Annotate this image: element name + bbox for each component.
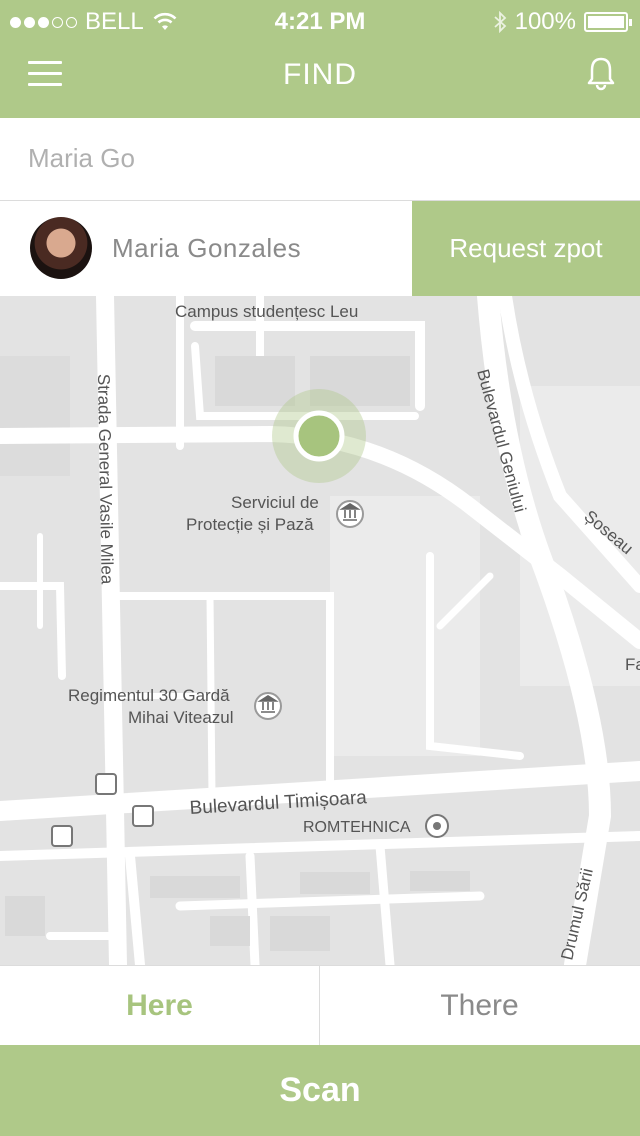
map-label-fa: Fa bbox=[625, 655, 640, 674]
map-view[interactable]: Campus studențesc Leu Serviciul de Prote… bbox=[0, 296, 640, 965]
map-label-serviciul-1: Serviciul de bbox=[231, 493, 319, 512]
search-bar bbox=[0, 118, 640, 201]
page-title: FIND bbox=[283, 58, 357, 91]
search-input[interactable] bbox=[28, 136, 608, 180]
result-name: Maria Gonzales bbox=[112, 233, 302, 263]
battery-percent: 100% bbox=[514, 8, 576, 35]
map-canvas[interactable]: Campus studențesc Leu Serviciul de Prote… bbox=[0, 296, 640, 965]
search-result-row[interactable]: Maria Gonzales Request zpot bbox=[0, 201, 640, 296]
bluetooth-icon bbox=[494, 11, 506, 33]
app-header: BELL 4:21 PM 100% FIND bbox=[0, 0, 640, 118]
battery-icon bbox=[584, 12, 632, 32]
map-label-romtehnica: ROMTEHNICA bbox=[303, 819, 411, 836]
museum-icon[interactable] bbox=[254, 692, 282, 720]
map-label-strada: Strada General Vasile Milea bbox=[94, 374, 117, 585]
map-label-campus: Campus studențesc Leu bbox=[175, 302, 358, 321]
request-zpot-button[interactable]: Request zpot bbox=[412, 201, 640, 296]
map-label-regiment-1: Regimentul 30 Gardă bbox=[68, 686, 230, 705]
navigation-bar: FIND bbox=[0, 40, 640, 118]
map-label-regiment-2: Mihai Viteazul bbox=[128, 708, 234, 727]
current-location-marker[interactable] bbox=[272, 389, 366, 483]
tab-here[interactable]: Here bbox=[0, 966, 320, 1046]
scan-button[interactable]: Scan bbox=[0, 1045, 640, 1136]
map-label-serviciul-2: Protecție și Pază bbox=[186, 515, 314, 534]
location-pin-icon[interactable] bbox=[425, 814, 449, 838]
bell-icon[interactable] bbox=[584, 54, 618, 94]
tab-there[interactable]: There bbox=[320, 966, 639, 1046]
status-right: 100% bbox=[493, 8, 632, 36]
status-bar: BELL 4:21 PM 100% bbox=[0, 0, 640, 40]
avatar bbox=[30, 217, 92, 279]
museum-icon[interactable] bbox=[336, 500, 364, 528]
location-tabs: Here There bbox=[0, 965, 640, 1046]
